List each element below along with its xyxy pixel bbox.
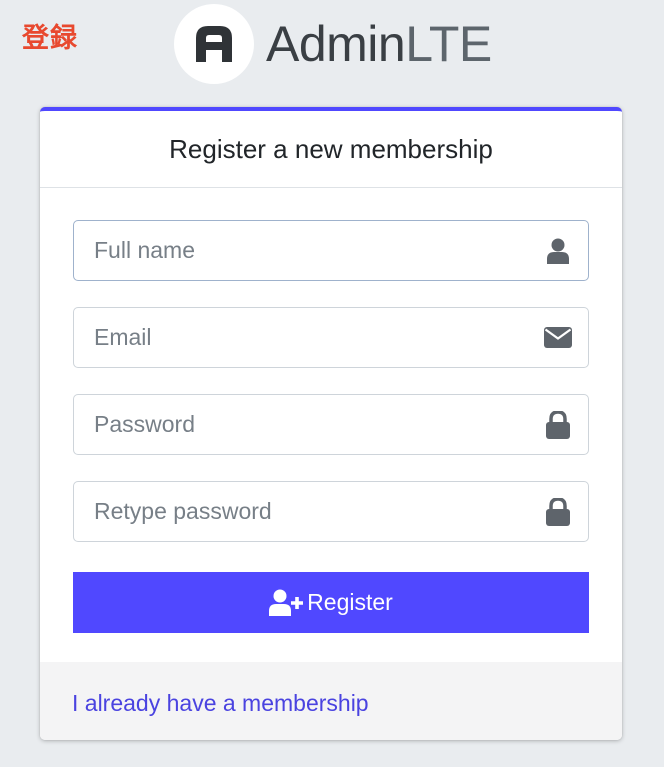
retype-password-group [73,481,589,542]
lock-icon [528,395,588,454]
brand-link[interactable]: AdminLTE [174,4,492,84]
full-name-group [73,220,589,281]
brand-name-light: LTE [405,16,492,72]
lock-icon [528,482,588,541]
card-footer: I already have a membership [40,662,622,740]
register-button-label: Register [307,589,393,615]
card-title: Register a new membership [169,133,493,164]
email-input[interactable] [74,308,528,367]
email-group [73,307,589,368]
brand-logo-icon [174,4,254,84]
brand-name: AdminLTE [266,15,492,73]
user-icon [528,221,588,280]
user-plus-icon [269,589,304,616]
retype-password-input[interactable] [74,482,528,541]
register-card: Register a new membership Full name Emai… [40,107,622,740]
page-tag: 登録 [22,23,78,54]
password-group [73,394,589,455]
brand-name-strong: Admin [266,16,406,72]
login-link[interactable]: I already have a membership [72,690,369,717]
full-name-input[interactable] [74,221,528,280]
envelope-icon [528,308,588,367]
register-button[interactable]: Register [73,572,589,633]
card-header: Register a new membership [40,111,622,188]
password-input[interactable] [74,395,528,454]
register-page: 登録 AdminLTE Register a new membership Fu… [0,0,664,767]
